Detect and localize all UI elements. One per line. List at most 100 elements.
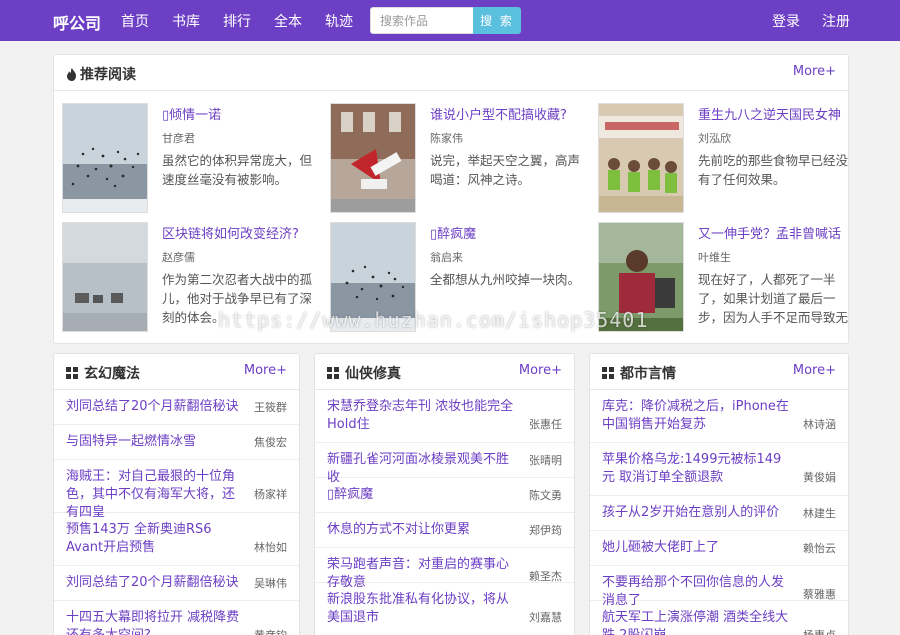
item-title[interactable]: 航天军工上演涨停潮 酒类全线大跌 2股闪崩 — [602, 609, 836, 635]
category-panel-xianxia: 仙侠修真 More+ 宋慧乔登杂志年刊 浓妆也能完全Hold住 张惠任 新疆孔雀河… — [314, 353, 575, 635]
list-item[interactable]: 休息的方式不对让你更累 郑伊筠 — [315, 513, 574, 548]
item-title[interactable]: 新浪股东批准私有化协议，将从美国退市 — [327, 591, 562, 627]
recommend-panel-title: 推荐阅读 — [66, 64, 136, 84]
list-item[interactable]: 不要再给那个不回你信息的人发消息了 蔡雅惠 — [590, 566, 848, 608]
item-title[interactable]: 孩子从2岁开始在意别人的评价 — [602, 504, 836, 522]
item-author: 张惠任 — [529, 418, 562, 431]
category-panel-header: 都市言情 More+ — [590, 354, 848, 390]
nav-link-home[interactable]: 首页 — [121, 11, 149, 31]
item-author: 赖怡云 — [803, 542, 836, 555]
list-item[interactable]: 新疆孔雀河河面冰棱景观美不胜收 张晴明 — [315, 443, 574, 485]
register-link[interactable]: 注册 — [822, 11, 850, 31]
book-card[interactable]: 谁说小户型不配搞收藏? 陈家伟 说完，举起天空之翼，高声喝道：风神之诗。 — [322, 103, 582, 215]
list-item[interactable]: 与固特异一起燃情冰雪 焦俊宏 — [54, 425, 299, 460]
list-item[interactable]: 航天军工上演涨停潮 酒类全线大跌 2股闪崩杨惠贞 — [590, 601, 848, 635]
item-title[interactable]: ▯醉疯魔 — [327, 486, 562, 504]
nav-link-history[interactable]: 轨迹 — [325, 11, 353, 31]
book-title[interactable]: 区块链将如何改变经济? — [162, 223, 299, 242]
login-link[interactable]: 登录 — [772, 11, 800, 31]
recommend-title-text: 推荐阅读 — [80, 67, 136, 83]
search-button[interactable]: 搜 索 — [473, 7, 521, 34]
book-title[interactable]: ▯倾情一诺 — [162, 104, 221, 123]
nav-link-completed[interactable]: 全本 — [274, 11, 302, 31]
grid-icon — [327, 367, 339, 379]
category-panel-title: 玄幻魔法 — [66, 363, 140, 383]
nav-link-ranking[interactable]: 排行 — [223, 11, 251, 31]
item-author: 杨惠贞 — [803, 627, 836, 635]
item-author: 黄彦钧 — [254, 627, 287, 635]
item-title[interactable]: 她儿砸被大佬盯上了 — [602, 539, 836, 557]
list-item[interactable]: 十四五大幕即将拉开 减税降费还有多大空间?黄彦钧 — [54, 601, 299, 635]
book-author: 叶维生 — [698, 251, 731, 264]
book-card[interactable]: ▯醉疯魔 翁启来 全都想从九州咬掉一块肉。 — [322, 222, 582, 334]
book-cover[interactable] — [330, 103, 416, 213]
book-card[interactable]: 又一伸手党？孟非曾喊话 叶维生 现在好了，人都死了一半了，如果计划道了最后一步，… — [590, 222, 848, 334]
item-title[interactable]: 宋慧乔登杂志年刊 浓妆也能完全Hold住 — [327, 398, 562, 434]
book-author: 翁启来 — [430, 251, 463, 264]
book-author: 甘彦君 — [162, 132, 195, 145]
category-panel-header: 玄幻魔法 More+ — [54, 354, 299, 390]
item-title[interactable]: 休息的方式不对让你更累 — [327, 521, 562, 539]
item-title[interactable]: 苹果价格乌龙:1499元被标149元 取消订单全额退款 — [602, 451, 836, 487]
grid-icon — [602, 367, 614, 379]
book-cover[interactable] — [330, 222, 416, 332]
category-title-text: 仙侠修真 — [345, 366, 401, 382]
book-cover[interactable] — [598, 222, 684, 332]
book-cover[interactable] — [62, 103, 148, 213]
book-desc: 现在好了，人都死了一半了，如果计划道了最后一步，因为人手不足而导致无法击杀掉那两… — [698, 272, 848, 330]
list-item[interactable]: 刘同总结了20个月薪翻倍秘诀 王筱群 — [54, 390, 299, 425]
list-item[interactable]: 预售143万 全新奥迪RS6 Avant开启预售 林怡如 — [54, 513, 299, 566]
recommend-panel: 推荐阅读 More+ ▯倾情一诺 甘彦君 虽然它的体积异常庞大，但速度丝毫没有被… — [53, 54, 849, 344]
book-author: 刘泓欣 — [698, 132, 731, 145]
list-item[interactable]: 宋慧乔登杂志年刊 浓妆也能完全Hold住 张惠任 — [315, 390, 574, 443]
book-cover[interactable] — [598, 103, 684, 213]
top-navbar: 呼公司 首页 书库 排行 全本 轨迹 搜 索 登录 注册 — [0, 0, 900, 41]
list-item[interactable]: 孩子从2岁开始在意别人的评价 林建生 — [590, 496, 848, 531]
nav-links: 首页 书库 排行 全本 轨迹 — [121, 11, 376, 31]
book-card[interactable]: ▯倾情一诺 甘彦君 虽然它的体积异常庞大，但速度丝毫没有被影响。 — [54, 103, 314, 215]
list-item[interactable]: 荣马跑者声音：对重启的赛事心存敬意 赖圣杰 — [315, 548, 574, 590]
book-card[interactable]: 区块链将如何改变经济? 赵彦儒 作为第二次忍者大战中的孤儿，他对于战争早已有了深… — [54, 222, 314, 334]
book-cover[interactable] — [62, 222, 148, 332]
item-author: 张晴明 — [529, 454, 562, 467]
item-author: 赖圣杰 — [529, 570, 562, 583]
fire-icon — [67, 67, 76, 81]
list-item[interactable]: 苹果价格乌龙:1499元被标149元 取消订单全额退款 黄俊娟 — [590, 443, 848, 496]
item-author: 焦俊宏 — [254, 436, 287, 449]
nav-link-library[interactable]: 书库 — [172, 11, 200, 31]
item-author: 刘嘉慧 — [529, 611, 562, 624]
item-title[interactable]: 库克：降价减税之后，iPhone在中国销售开始复苏 — [602, 398, 836, 434]
item-author: 郑伊筠 — [529, 524, 562, 537]
book-card[interactable]: 重生九八之逆天国民女神 刘泓欣 先前吃的那些食物早已经没有了任何效果。 — [590, 103, 848, 215]
book-desc: 全都想从九州咬掉一块肉。 — [430, 272, 580, 287]
category-more-link[interactable]: More+ — [519, 363, 562, 378]
category-title-text: 玄幻魔法 — [84, 366, 140, 382]
category-more-link[interactable]: More+ — [244, 363, 287, 378]
book-title[interactable]: 又一伸手党？孟非曾喊话 — [698, 223, 841, 242]
recommend-panel-header: 推荐阅读 More+ — [54, 55, 848, 91]
item-author: 林怡如 — [254, 541, 287, 554]
list-item[interactable]: 库克：降价减税之后，iPhone在中国销售开始复苏 林诗涵 — [590, 390, 848, 443]
item-author: 黄俊娟 — [803, 471, 836, 484]
recommend-more-link[interactable]: More+ — [793, 64, 836, 79]
book-desc: 说完，举起天空之翼，高声喝道：风神之诗。 — [430, 153, 580, 187]
book-author: 赵彦儒 — [162, 251, 195, 264]
book-title[interactable]: 谁说小户型不配搞收藏? — [430, 104, 567, 123]
book-title[interactable]: ▯醉疯魔 — [430, 223, 476, 242]
list-item[interactable]: ▯醉疯魔 陈文勇 — [315, 478, 574, 513]
item-author: 杨家祥 — [254, 488, 287, 501]
book-desc: 虽然它的体积异常庞大，但速度丝毫没有被影响。 — [162, 153, 312, 187]
search-input[interactable] — [370, 7, 473, 34]
category-more-link[interactable]: More+ — [793, 363, 836, 378]
brand-logo[interactable]: 呼公司 — [53, 10, 101, 34]
book-desc: 先前吃的那些食物早已经没有了任何效果。 — [698, 153, 848, 187]
category-panel-title: 都市言情 — [602, 363, 676, 383]
book-title[interactable]: 重生九八之逆天国民女神 — [698, 104, 841, 123]
list-item[interactable]: 新浪股东批准私有化协议，将从美国退市 刘嘉慧 — [315, 583, 574, 635]
item-author: 吴琳伟 — [254, 577, 287, 590]
list-item[interactable]: 她儿砸被大佬盯上了 赖怡云 — [590, 531, 848, 566]
category-panel-urban: 都市言情 More+ 库克：降价减税之后，iPhone在中国销售开始复苏 林诗涵 … — [589, 353, 849, 635]
item-author: 王筱群 — [254, 401, 287, 414]
list-item[interactable]: 海贼王：对自己最狠的十位角色，其中不仅有海军大将，还有四皇 杨家祥 — [54, 460, 299, 520]
list-item[interactable]: 刘同总结了20个月薪翻倍秘诀 吴琳伟 — [54, 566, 299, 601]
